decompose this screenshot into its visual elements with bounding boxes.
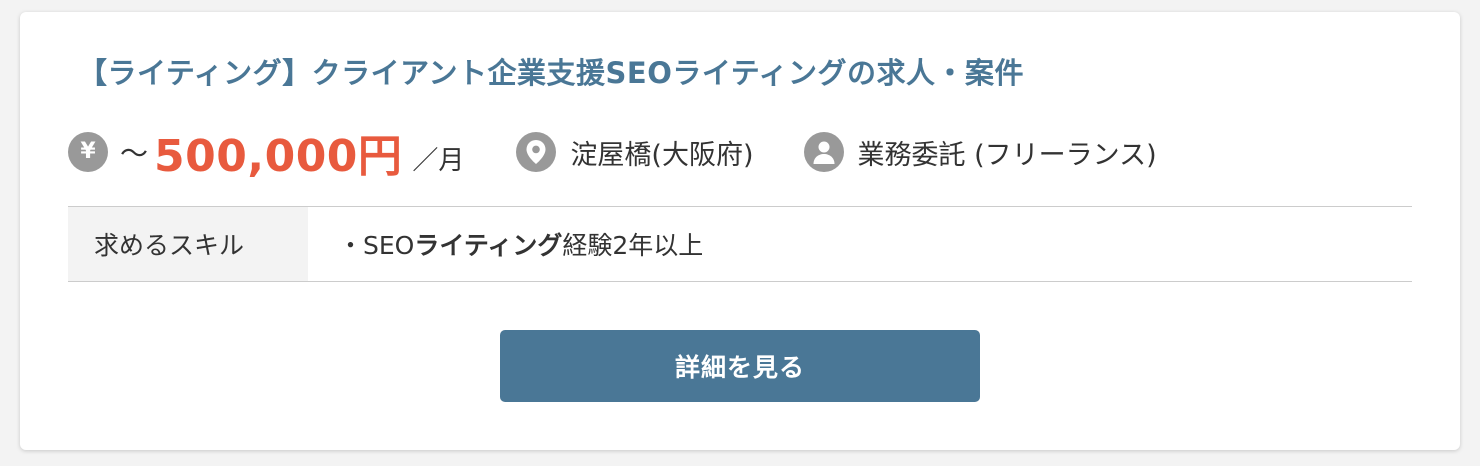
skills-table: 求めるスキル ・SEO ライティング 経験2年以上 xyxy=(68,206,1412,282)
employment-group: 業務委託 (フリーランス) xyxy=(803,132,1157,172)
skills-value-bold: ライティング xyxy=(414,231,563,260)
location-pin-icon xyxy=(516,132,557,172)
location-text: 淀屋橋(大阪府) xyxy=(570,139,754,171)
skills-value: ・SEO ライティング 経験2年以上 xyxy=(308,207,703,281)
location-group: 淀屋橋(大阪府) xyxy=(516,132,754,172)
yen-glyph: ¥ xyxy=(80,139,96,164)
skills-value-suffix: 経験2年以上 xyxy=(562,231,704,260)
skills-label: 求めるスキル xyxy=(68,207,308,281)
skills-value-prefix: ・SEO xyxy=(338,231,415,260)
salary-unit: ／月 xyxy=(412,145,465,176)
job-title[interactable]: 【ライティング】クライアント企業支援SEOライティングの求人・案件 xyxy=(78,50,1024,92)
view-details-button[interactable]: 詳細を見る xyxy=(500,330,980,402)
job-meta-row: ¥ ～ 500,000円 ／月 淀屋橋(大阪府) 業務委託 (フリーランス) xyxy=(68,124,1157,182)
salary-amount: 500,000円 xyxy=(154,131,403,182)
location-pin-svg xyxy=(526,140,546,164)
job-card: 【ライティング】クライアント企業支援SEOライティングの求人・案件 ¥ ～ 50… xyxy=(20,12,1460,450)
salary-prefix: ～ xyxy=(120,137,149,170)
employment-text: 業務委託 (フリーランス) xyxy=(857,139,1157,171)
yen-icon: ¥ xyxy=(68,132,108,172)
person-icon xyxy=(803,132,844,172)
person-svg xyxy=(813,141,835,164)
